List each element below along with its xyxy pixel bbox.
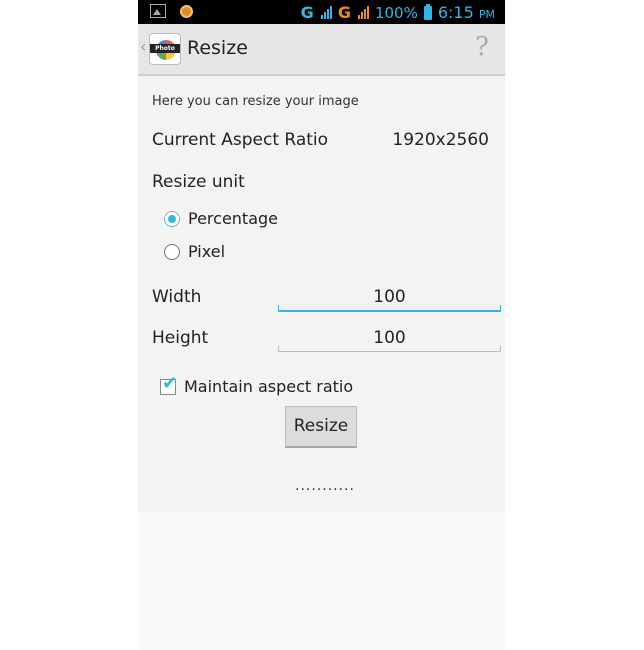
- app-icon[interactable]: Photo: [149, 33, 181, 65]
- aspect-ratio-value: 1920x2560: [392, 130, 489, 150]
- maintain-aspect-checkbox-row[interactable]: ✔ Maintain aspect ratio: [160, 373, 354, 396]
- signal-icon-2: [357, 6, 369, 19]
- status-bar: G G 100% 6:15 PM: [138, 0, 505, 24]
- radio-percentage-label: Percentage: [188, 209, 279, 228]
- resize-unit-label: Resize unit: [152, 172, 245, 192]
- radio-unselected-icon[interactable]: [164, 243, 180, 260]
- radio-selected-icon[interactable]: [164, 210, 180, 227]
- battery-percent: 100%: [374, 3, 418, 22]
- resize-form: Here you can resize your image Current A…: [138, 76, 505, 512]
- action-bar: ‹ Photo Resize ?: [138, 24, 505, 76]
- radio-percentage[interactable]: Percentage: [164, 209, 278, 228]
- resize-button[interactable]: Resize: [285, 406, 357, 448]
- aspect-ratio-label: Current Aspect Ratio: [152, 130, 329, 150]
- maintain-aspect-label: Maintain aspect ratio: [184, 377, 354, 396]
- height-input[interactable]: 100: [278, 325, 501, 352]
- signal-icon-1: [320, 6, 332, 19]
- width-input[interactable]: 100: [278, 284, 501, 312]
- height-label: Height: [152, 328, 209, 348]
- radio-pixel-label: Pixel: [188, 242, 226, 261]
- network-type-1: G: [300, 3, 314, 22]
- phone-screen: G G 100% 6:15 PM ‹ Photo Resize ? Here y…: [138, 0, 505, 650]
- app-notification-icon: [180, 4, 193, 18]
- clock: 6:15 PM: [437, 3, 495, 22]
- battery-icon: [423, 3, 432, 20]
- maintain-aspect-checkbox[interactable]: ✔: [160, 373, 177, 395]
- empty-area: [138, 512, 505, 650]
- gallery-notification-icon: [150, 4, 166, 18]
- radio-pixel[interactable]: Pixel: [164, 242, 225, 261]
- progress-text: ...........: [295, 478, 355, 494]
- help-icon[interactable]: ?: [475, 32, 489, 62]
- page-title: Resize: [187, 37, 248, 59]
- checkmark-icon: ✔: [162, 372, 178, 394]
- intro-text: Here you can resize your image: [152, 94, 359, 109]
- width-label: Width: [152, 287, 202, 307]
- up-navigation-icon[interactable]: ‹: [140, 37, 146, 56]
- network-type-2: G: [337, 3, 351, 22]
